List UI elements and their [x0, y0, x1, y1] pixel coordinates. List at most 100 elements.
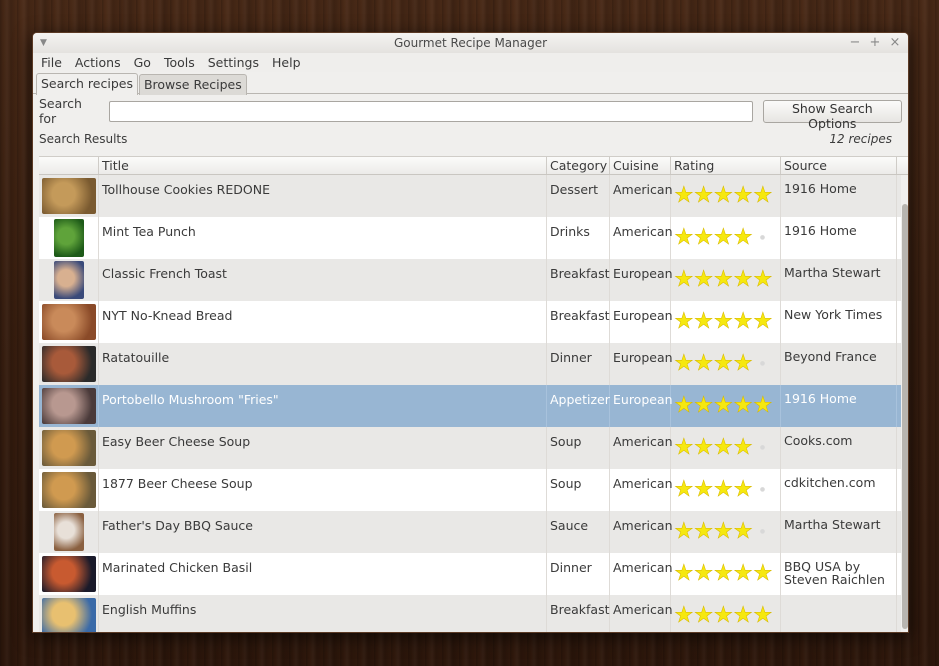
recipe-thumbnail	[42, 304, 96, 340]
table-row[interactable]: Mint Tea Punch Drinks American ★ ★ ★ ★ ● 1916 Ho…	[39, 217, 908, 259]
star-filled-icon: ★	[713, 183, 734, 208]
star-filled-icon: ★	[674, 561, 694, 586]
window-controls: − + ×	[848, 33, 902, 53]
tab-browse-recipes[interactable]: Browse Recipes	[138, 74, 247, 95]
recipe-title: English Muffins	[99, 595, 547, 632]
recipe-rating[interactable]: ★ ★ ★ ★ ★	[671, 301, 781, 343]
results-header: Search Results 12 recipes	[33, 128, 908, 150]
recipe-source: BBQ USA by Steven Raichlen	[781, 553, 897, 595]
star-filled-icon: ★	[693, 267, 714, 292]
window-menu-icon[interactable]: ▼	[40, 33, 47, 53]
star-filled-icon: ★	[733, 183, 753, 208]
rating-stars: ★ ★ ★ ★ ●	[674, 477, 772, 502]
thumbnail-cell	[39, 469, 99, 511]
tab-search-recipes[interactable]: Search recipes	[36, 73, 138, 95]
thumbnail-cell	[39, 343, 99, 385]
thumbnail-cell	[39, 175, 99, 217]
table-row[interactable]: Marinated Chicken Basil Dinner American ★ ★ ★…	[39, 553, 908, 595]
star-filled-icon: ★	[752, 267, 773, 292]
recipe-rating[interactable]: ★ ★ ★ ★ ●	[671, 511, 781, 553]
star-filled-icon: ★	[693, 225, 714, 250]
column-header-image[interactable]	[39, 157, 99, 174]
recipe-cuisine: American	[610, 469, 673, 511]
tab-bar: Search recipes Browse Recipes	[33, 72, 908, 95]
window-title: Gourmet Recipe Manager	[393, 36, 548, 50]
table-row[interactable]: English Muffins Breakfast American ★ ★ ★ ★ ★	[39, 595, 908, 632]
star-filled-icon: ★	[674, 309, 694, 334]
star-filled-icon: ★	[674, 603, 694, 628]
table-row[interactable]: Portobello Mushroom "Fries" Appetizer Euro…	[39, 385, 908, 427]
rating-stars: ★ ★ ★ ★ ●	[674, 519, 772, 544]
recipe-thumbnail	[42, 430, 96, 466]
star-filled-icon: ★	[733, 477, 753, 502]
recipe-rating[interactable]: ★ ★ ★ ★ ★	[671, 385, 781, 427]
recipe-rating[interactable]: ★ ★ ★ ★ ★	[671, 259, 781, 301]
star-filled-icon: ★	[733, 519, 753, 544]
table-row[interactable]: 1877 Beer Cheese Soup Soup American ★ ★ ★ ★ ● cd…	[39, 469, 908, 511]
recipe-rating[interactable]: ★ ★ ★ ★ ★	[671, 175, 781, 217]
show-search-options-button[interactable]: Show Search Options	[762, 99, 902, 131]
menu-settings[interactable]: Settings	[204, 53, 264, 72]
star-filled-icon: ★	[713, 561, 734, 586]
star-filled-icon: ★	[693, 393, 714, 418]
menu-tools[interactable]: Tools	[160, 53, 200, 72]
recipe-title: Tollhouse Cookies REDONE	[99, 175, 547, 217]
table-row[interactable]: Easy Beer Cheese Soup Soup American ★ ★ ★ ★ ● Co…	[39, 427, 908, 469]
star-filled-icon: ★	[752, 393, 773, 418]
star-filled-icon: ★	[733, 561, 753, 586]
recipe-rating[interactable]: ★ ★ ★ ★ ★	[671, 553, 781, 595]
column-header-title[interactable]: Title	[99, 157, 547, 174]
recipe-rating[interactable]: ★ ★ ★ ★ ●	[671, 343, 781, 385]
table-row[interactable]: NYT No-Knead Bread Breakfast European ★ ★ ★ ★ ★…	[39, 301, 908, 343]
recipe-thumbnail	[42, 598, 96, 632]
recipe-rating[interactable]: ★ ★ ★ ★ ●	[671, 469, 781, 511]
recipe-title: Portobello Mushroom "Fries"	[99, 385, 547, 427]
menu-bar: File Actions Go Tools Settings Help	[33, 53, 908, 72]
column-header-source[interactable]: Source	[781, 157, 897, 174]
column-header-category[interactable]: Category	[547, 157, 610, 174]
recipe-cuisine: American	[610, 427, 673, 469]
close-icon[interactable]: ×	[888, 33, 902, 53]
recipe-thumbnail	[42, 556, 96, 592]
table-row[interactable]: Father's Day BBQ Sauce Sauce American ★ ★ ★ ★ ●…	[39, 511, 908, 553]
star-filled-icon: ★	[693, 561, 714, 586]
column-header-rating[interactable]: Rating	[671, 157, 781, 174]
menu-help[interactable]: Help	[268, 53, 306, 72]
recipe-source: 1916 Home	[781, 217, 897, 259]
recipe-thumbnail	[54, 261, 84, 299]
rating-stars: ★ ★ ★ ★ ★	[674, 267, 773, 292]
maximize-icon[interactable]: +	[868, 33, 882, 53]
rating-stars: ★ ★ ★ ★ ★	[674, 561, 773, 586]
recipe-cuisine: European	[610, 343, 673, 385]
search-input[interactable]	[109, 100, 753, 122]
recipe-title: 1877 Beer Cheese Soup	[99, 469, 547, 511]
menu-go[interactable]: Go	[130, 53, 156, 72]
star-filled-icon: ★	[674, 183, 694, 208]
table-row[interactable]: Classic French Toast Breakfast European ★ ★ ★…	[39, 259, 908, 301]
star-filled-icon: ★	[674, 477, 694, 502]
table-row[interactable]: Ratatouille Dinner European ★ ★ ★ ★ ● Beyond Fra…	[39, 343, 908, 385]
recipe-source: 1916 Home	[781, 385, 897, 427]
rating-stars: ★ ★ ★ ★ ★	[674, 309, 773, 334]
vertical-scrollbar[interactable]	[901, 175, 908, 632]
recipe-rating[interactable]: ★ ★ ★ ★ ●	[671, 427, 781, 469]
thumbnail-cell	[39, 259, 99, 301]
rating-stars: ★ ★ ★ ★ ●	[674, 225, 772, 250]
table-row[interactable]: Tollhouse Cookies REDONE Dessert American ★…	[39, 175, 908, 217]
star-filled-icon: ★	[733, 267, 753, 292]
menu-file[interactable]: File	[37, 53, 67, 72]
scrollbar-thumb[interactable]	[902, 204, 908, 629]
menu-actions[interactable]: Actions	[71, 53, 126, 72]
column-header-cuisine[interactable]: Cuisine	[610, 157, 671, 174]
star-filled-icon: ★	[674, 519, 694, 544]
star-filled-icon: ★	[733, 309, 753, 334]
recipe-source: Martha Stewart	[781, 511, 897, 553]
recipe-category: Soup	[547, 469, 610, 511]
recipe-rating[interactable]: ★ ★ ★ ★ ★	[671, 595, 781, 632]
thumbnail-cell	[39, 595, 99, 632]
recipe-rating[interactable]: ★ ★ ★ ★ ●	[671, 217, 781, 259]
table-body: Tollhouse Cookies REDONE Dessert American ★…	[39, 175, 908, 632]
star-filled-icon: ★	[674, 435, 694, 460]
star-empty-icon: ●	[759, 528, 766, 535]
minimize-icon[interactable]: −	[848, 33, 862, 53]
